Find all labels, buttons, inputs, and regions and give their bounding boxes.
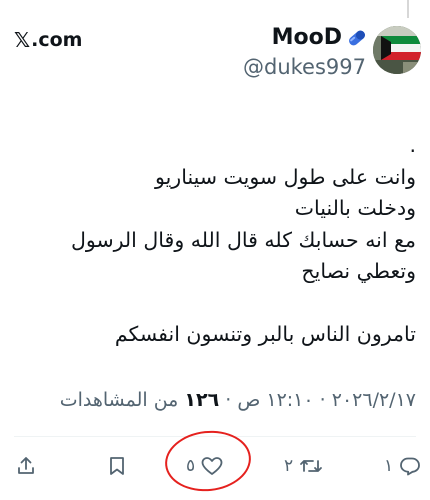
retweet-button[interactable]: ٢ [284, 456, 323, 476]
meta-separator: · [225, 389, 232, 411]
tweet-line: مع انه حسابك كله قال الله وقال الرسول [70, 227, 416, 252]
bookmark-icon [110, 457, 124, 475]
reply-icon [400, 457, 421, 476]
capsule-icon [349, 30, 365, 46]
retweet-count: ٢ [284, 456, 294, 476]
author-name[interactable]: MooD [272, 24, 342, 52]
reply-button[interactable]: ١ [384, 456, 421, 476]
tweet-line: تامرون الناس بالبر وتنسون انفسكم [114, 321, 416, 346]
share-button[interactable] [16, 456, 36, 476]
tweet-time[interactable]: ١٢:١٠ ص [237, 389, 313, 411]
x-logo: 𝕏 [14, 28, 31, 52]
tweet-text: . وانت على طول سويت سيناريو ودخلت بالنيا… [16, 130, 416, 350]
author-handle[interactable]: @dukes997 [243, 54, 366, 80]
tweet-meta: ٢٠٢٦/٢/١٧ · ١٢:١٠ ص · ١٢٦ من المشاهدات [60, 388, 416, 412]
meta-separator: · [319, 389, 326, 411]
author-name-row[interactable]: MooD [272, 24, 368, 52]
views-count: ١٢٦ [184, 389, 220, 411]
site-label: 𝕏 .com [14, 28, 82, 52]
tweet-line: وانت على طول سويت سيناريو [155, 164, 416, 189]
views-label: من المشاهدات [59, 389, 179, 411]
tweet-line: . [409, 133, 416, 157]
bookmark-button[interactable] [108, 456, 126, 476]
tweet-line: وتعطي نصايح [301, 259, 416, 283]
site-domain: .com [31, 29, 83, 51]
reply-count: ١ [384, 456, 394, 476]
tweet-date[interactable]: ٢٠٢٦/٢/١٧ [332, 389, 416, 411]
avatar-image [373, 26, 421, 74]
retweet-icon [300, 460, 323, 472]
thread-line [407, 0, 409, 18]
share-icon [18, 457, 34, 474]
avatar[interactable] [373, 26, 421, 74]
tweet-line: ودخلت بالنيات [294, 196, 416, 220]
